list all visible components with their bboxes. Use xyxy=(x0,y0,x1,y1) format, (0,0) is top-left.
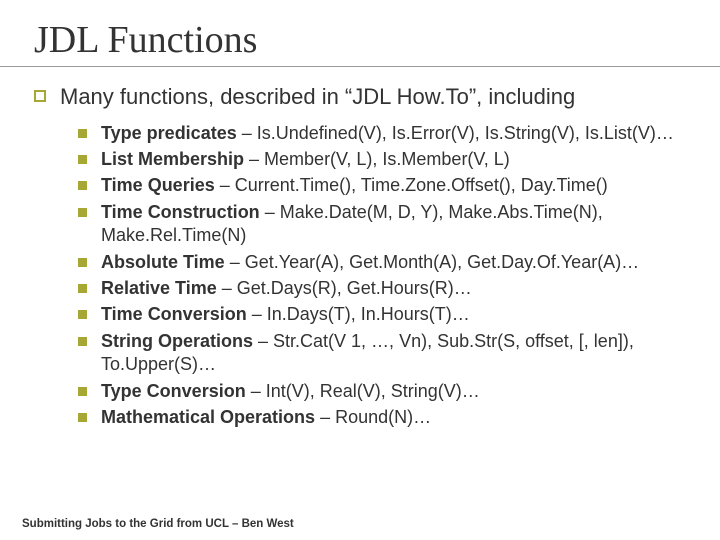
item-name: List Membership xyxy=(101,149,244,169)
item-body: – Current.Time(), Time.Zone.Offset(), Da… xyxy=(215,175,608,195)
square-bullet-icon xyxy=(78,337,87,346)
list-item: Type Conversion – Int(V), Real(V), Strin… xyxy=(78,380,690,403)
sub-list: Type predicates – Is.Undefined(V), Is.Er… xyxy=(78,122,690,430)
item-name: Time Queries xyxy=(101,175,215,195)
item-name: Type Conversion xyxy=(101,381,246,401)
square-outline-bullet-icon xyxy=(34,90,46,102)
square-bullet-icon xyxy=(78,413,87,422)
list-item: String Operations – Str.Cat(V 1, …, Vn),… xyxy=(78,330,690,377)
item-name: Time Conversion xyxy=(101,304,247,324)
item-name: String Operations xyxy=(101,331,253,351)
list-item: Absolute Time – Get.Year(A), Get.Month(A… xyxy=(78,251,690,274)
item-body: – Is.Undefined(V), Is.Error(V), Is.Strin… xyxy=(237,123,674,143)
slide: JDL Functions Many functions, described … xyxy=(0,0,720,540)
square-bullet-icon xyxy=(78,310,87,319)
item-body: – Round(N)… xyxy=(315,407,431,427)
square-bullet-icon xyxy=(78,387,87,396)
item-name: Type predicates xyxy=(101,123,237,143)
square-bullet-icon xyxy=(78,181,87,190)
item-body: – Int(V), Real(V), String(V)… xyxy=(246,381,480,401)
list-item: Relative Time – Get.Days(R), Get.Hours(R… xyxy=(78,277,690,300)
item-body: – Get.Year(A), Get.Month(A), Get.Day.Of.… xyxy=(225,252,639,272)
list-item: List Membership – Member(V, L), Is.Membe… xyxy=(78,148,690,171)
slide-footer: Submitting Jobs to the Grid from UCL – B… xyxy=(22,518,294,530)
item-name: Absolute Time xyxy=(101,252,225,272)
slide-title: JDL Functions xyxy=(34,18,690,66)
square-bullet-icon xyxy=(78,258,87,267)
item-name: Relative Time xyxy=(101,278,217,298)
item-name: Mathematical Operations xyxy=(101,407,315,427)
square-bullet-icon xyxy=(78,284,87,293)
lead-bullet: Many functions, described in “JDL How.To… xyxy=(34,82,690,112)
list-item: Time Conversion – In.Days(T), In.Hours(T… xyxy=(78,303,690,326)
item-name: Time Construction xyxy=(101,202,260,222)
item-body: – In.Days(T), In.Hours(T)… xyxy=(247,304,470,324)
square-bullet-icon xyxy=(78,208,87,217)
list-item: Mathematical Operations – Round(N)… xyxy=(78,406,690,429)
square-bullet-icon xyxy=(78,155,87,164)
item-body: – Get.Days(R), Get.Hours(R)… xyxy=(217,278,472,298)
slide-body: Many functions, described in “JDL How.To… xyxy=(34,82,690,429)
horizontal-rule xyxy=(0,66,720,67)
list-item: Time Queries – Current.Time(), Time.Zone… xyxy=(78,174,690,197)
item-body: – Member(V, L), Is.Member(V, L) xyxy=(244,149,510,169)
lead-text: Many functions, described in “JDL How.To… xyxy=(60,82,575,112)
list-item: Type predicates – Is.Undefined(V), Is.Er… xyxy=(78,122,690,145)
list-item: Time Construction – Make.Date(M, D, Y), … xyxy=(78,201,690,248)
square-bullet-icon xyxy=(78,129,87,138)
